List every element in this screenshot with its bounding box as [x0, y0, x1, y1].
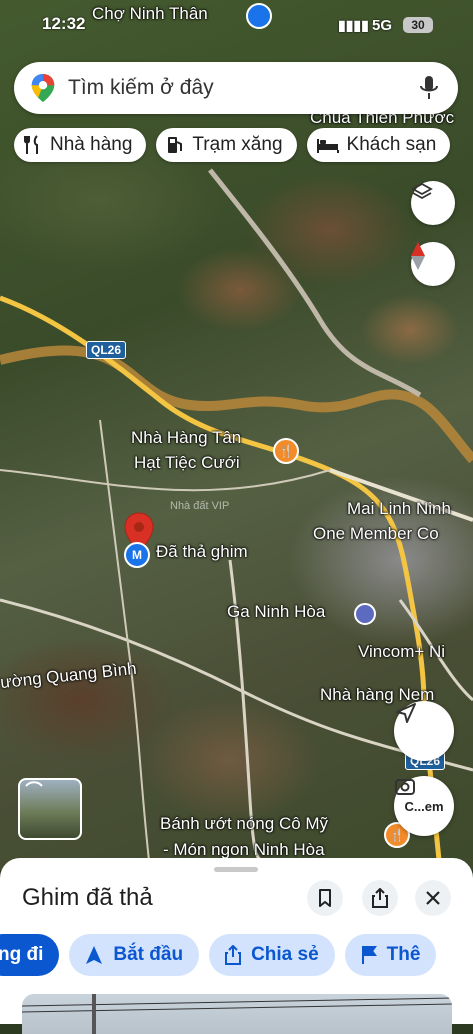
share-label: Chia sẻ — [251, 944, 319, 965]
bed-icon — [316, 139, 339, 153]
flag-icon — [361, 946, 377, 964]
map-label-banh-uot-1[interactable]: Bánh ướt nóng Cô Mỹ — [160, 814, 328, 834]
compass-button[interactable] — [411, 242, 455, 286]
search-bar[interactable]: Tìm kiếm ở đây — [14, 62, 458, 114]
battery-icon: 30 — [403, 17, 433, 33]
chip-gas-stations-label: Trạm xăng — [192, 134, 283, 155]
close-icon — [426, 891, 440, 905]
watermark-text: Nhà đất VIP — [170, 500, 230, 512]
bookmark-icon — [319, 889, 331, 907]
map-label-dropped-pin[interactable]: Đã thả ghim — [156, 542, 248, 562]
sheet-drag-handle[interactable] — [214, 867, 258, 872]
photo-power-lines — [22, 994, 452, 1034]
map-label-ga-ninh-hoa[interactable]: Ga Ninh Hòa — [227, 602, 325, 622]
map-label-nha-hang-tan-2[interactable]: Hạt Tiệc Cưới — [134, 453, 240, 473]
category-chips: Nhà hàng Trạm xăng Khách sạn — [14, 128, 451, 162]
gas-pump-icon — [168, 137, 183, 153]
share-icon — [225, 945, 242, 965]
chip-restaurants[interactable]: Nhà hàng — [14, 128, 147, 162]
place-photo[interactable] — [22, 994, 452, 1034]
share-icon-button[interactable] — [362, 880, 398, 916]
maps-logo-icon — [31, 73, 55, 103]
map-label-nha-hang-tan-1[interactable]: Nhà Hàng Tân — [131, 428, 241, 448]
add-label-button[interactable]: Thê — [344, 934, 437, 976]
chip-hotels[interactable]: Khách sạn — [306, 128, 451, 162]
chip-hotels-label: Khách sạn — [346, 134, 437, 155]
battery-level: 30 — [411, 18, 425, 32]
compass-icon — [411, 242, 425, 270]
street-view-icon — [25, 781, 43, 787]
my-location-button[interactable] — [394, 701, 454, 761]
map-label-banh-uot-2[interactable]: - Món ngon Ninh Hòa — [163, 840, 325, 860]
road-shield-ql26: QL26 — [86, 341, 127, 359]
save-button[interactable] — [307, 880, 343, 916]
network-type: 5G — [372, 17, 393, 34]
layers-icon — [411, 182, 433, 200]
map-label-mai-linh-2[interactable]: One Member Co — [313, 524, 439, 544]
directions-label: ng đi — [0, 944, 44, 965]
close-button[interactable] — [415, 880, 451, 916]
restaurant-poi-icon[interactable]: 🍴 — [273, 438, 299, 464]
chip-gas-stations[interactable]: Trạm xăng — [156, 128, 297, 162]
share-icon — [372, 888, 388, 908]
status-time: 12:32 — [42, 14, 86, 33]
map-label-vincom[interactable]: Vincom+ Ni — [358, 642, 445, 662]
sheet-title: Ghim đã thả — [22, 884, 153, 911]
microphone-icon[interactable] — [418, 75, 440, 101]
directions-button[interactable]: ng đi — [0, 934, 60, 976]
street-view-thumbnail[interactable] — [18, 778, 82, 840]
lens-button-label: C...em — [404, 798, 444, 814]
layers-button[interactable] — [411, 181, 455, 225]
share-button[interactable]: Chia sẻ — [209, 934, 335, 976]
signal-icon: ▮▮▮▮ — [338, 17, 369, 33]
start-button[interactable]: Bắt đầu — [69, 934, 200, 976]
fork-knife-icon — [24, 135, 38, 154]
map-label-mai-linh-1[interactable]: Mai Linh Ninh — [347, 499, 451, 519]
place-bottom-sheet[interactable]: Ghim đã thả ng đi Bắt đầu Chia sẻ Thê — [0, 858, 473, 1034]
pin-marker-icon[interactable]: M — [124, 542, 150, 568]
action-buttons-row: ng đi Bắt đầu Chia sẻ Thê — [0, 934, 437, 976]
search-input[interactable]: Tìm kiếm ở đây — [68, 76, 418, 100]
shopping-cart-icon[interactable] — [246, 3, 272, 29]
map-label-cho-ninh-than[interactable]: Chợ Ninh Thân — [92, 4, 208, 24]
chip-restaurants-label: Nhà hàng — [50, 134, 133, 155]
navigation-arrow-icon — [86, 946, 103, 964]
add-label-label: Thê — [386, 944, 421, 965]
navigation-arrow-icon — [396, 703, 416, 723]
camera-lens-icon — [395, 779, 415, 795]
train-station-icon[interactable] — [354, 603, 376, 625]
start-label: Bắt đầu — [113, 944, 184, 965]
lens-search-button[interactable]: C...em — [394, 776, 454, 836]
